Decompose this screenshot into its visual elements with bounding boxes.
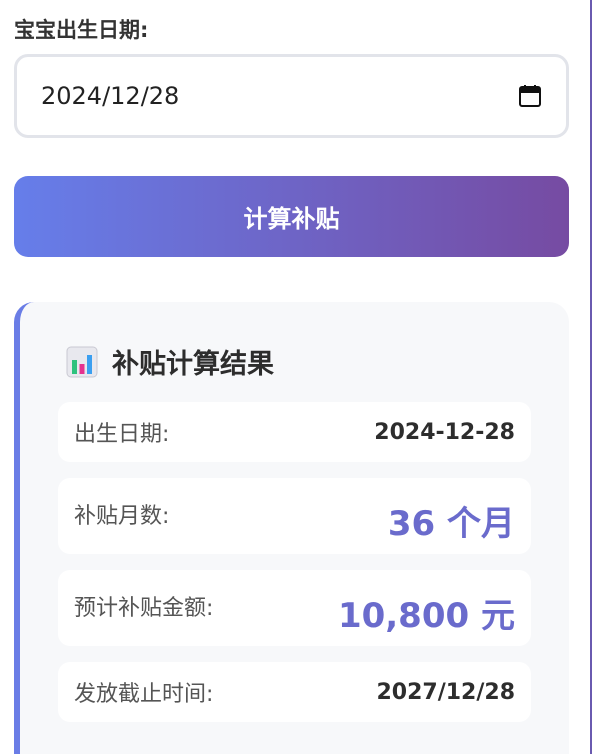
row-label: 预计补贴金额:: [74, 596, 214, 621]
result-row-months: 补贴月数: 36 个月: [58, 478, 531, 554]
birth-date-value: 2024/12/28: [41, 82, 180, 110]
row-label: 发放截止时间:: [74, 682, 214, 707]
birth-date-input[interactable]: 2024/12/28: [14, 54, 569, 138]
row-value: 2027/12/28: [376, 679, 515, 705]
row-value-amount: 10,800 元: [337, 596, 515, 636]
row-label: 出生日期:: [74, 422, 170, 447]
result-title-text: 补贴计算结果: [112, 349, 274, 380]
bar-chart-icon: [66, 346, 98, 377]
calendar-icon[interactable]: [518, 84, 542, 108]
row-value-months: 36 个月: [387, 504, 515, 544]
calculate-subsidy-button[interactable]: 计算补贴: [14, 176, 569, 257]
birth-date-label: 宝宝出生日期:: [14, 18, 149, 42]
row-value: 2024-12-28: [374, 419, 515, 445]
row-label: 补贴月数:: [74, 504, 170, 529]
result-row-birth-date: 出生日期: 2024-12-28: [58, 402, 531, 462]
result-row-deadline: 发放截止时间: 2027/12/28: [58, 662, 531, 722]
subsidy-calculator-page: 宝宝出生日期: 2024/12/28 计算补贴 补贴计算结果 出生日期: 202…: [0, 0, 592, 754]
result-card: 补贴计算结果 出生日期: 2024-12-28 补贴月数: 36 个月 预计补贴…: [14, 302, 569, 754]
result-title: 补贴计算结果: [66, 342, 274, 381]
result-row-amount: 预计补贴金额: 10,800 元: [58, 570, 531, 646]
